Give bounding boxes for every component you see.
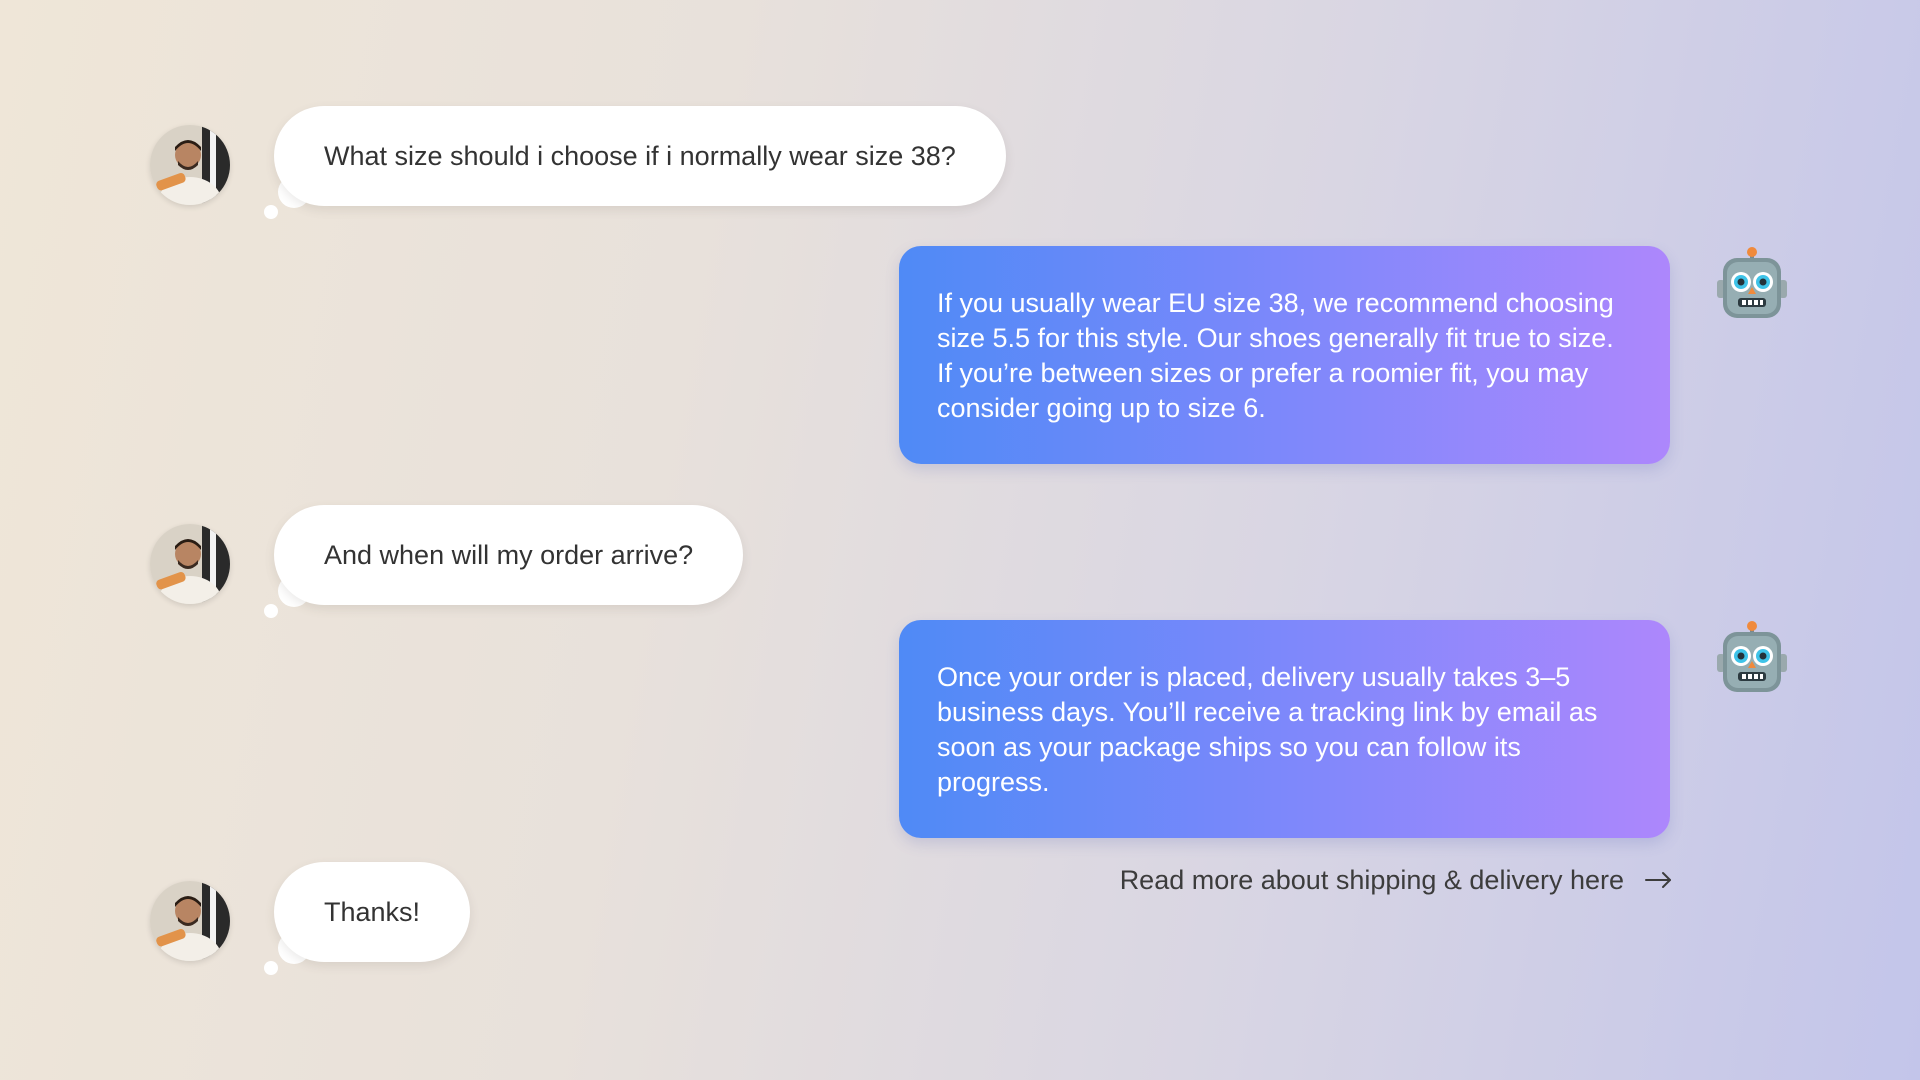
bot-message: If you usually wear EU size 38, we recom… bbox=[899, 246, 1670, 464]
robot-icon bbox=[1714, 620, 1790, 696]
bot-message-text: Once your order is placed, delivery usua… bbox=[937, 662, 1598, 797]
user-avatar bbox=[150, 125, 230, 205]
bot-message: Once your order is placed, delivery usua… bbox=[899, 620, 1670, 838]
bubble-tail-dot bbox=[264, 604, 278, 618]
bubble-tail-dot bbox=[264, 961, 278, 975]
user-message-text: What size should i choose if i normally … bbox=[324, 140, 956, 171]
user-avatar bbox=[150, 524, 230, 604]
user-message: Thanks! bbox=[274, 862, 471, 962]
user-message: What size should i choose if i normally … bbox=[274, 106, 1006, 206]
user-message: And when will my order arrive? bbox=[274, 505, 744, 605]
shipping-info-link[interactable]: Read more about shipping & delivery here bbox=[1090, 862, 1674, 898]
bot-message-text: If you usually wear EU size 38, we recom… bbox=[937, 288, 1614, 423]
arrow-right-icon[interactable] bbox=[1644, 870, 1674, 890]
robot-icon bbox=[1714, 246, 1790, 322]
user-message-text: And when will my order arrive? bbox=[324, 539, 694, 570]
user-message-text: Thanks! bbox=[324, 896, 421, 927]
user-avatar bbox=[150, 881, 230, 961]
bubble-tail-dot bbox=[264, 205, 278, 219]
shipping-info-link-label[interactable]: Read more about shipping & delivery here bbox=[1120, 865, 1624, 896]
